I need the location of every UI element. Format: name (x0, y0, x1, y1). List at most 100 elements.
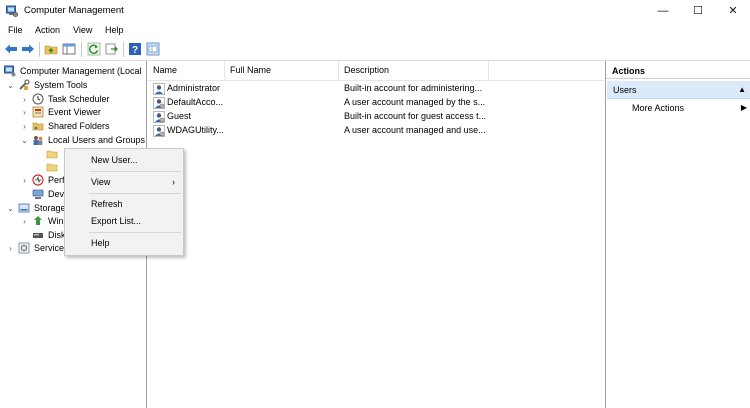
column-header-description[interactable]: Description (339, 61, 489, 80)
expand-icon[interactable]: › (20, 217, 29, 226)
services-icon (18, 242, 30, 254)
collapse-icon[interactable]: ⌄ (6, 81, 15, 90)
actions-section-label: Users (613, 85, 637, 95)
user-name: Guest (167, 111, 192, 121)
help-icon[interactable]: ? (128, 42, 142, 56)
menu-help[interactable]: Help (105, 25, 124, 35)
minimize-button[interactable]: — (646, 0, 680, 22)
submenu-arrow-icon[interactable]: ▶ (741, 103, 747, 112)
collapse-icon[interactable]: ⌄ (20, 136, 29, 145)
event-viewer-icon (32, 106, 44, 118)
user-name: WDAGUtility... (167, 125, 224, 135)
console-tree-icon[interactable] (146, 42, 160, 56)
user-row[interactable]: Guest Built-in account for guest access … (148, 110, 604, 124)
svg-text:?: ? (132, 45, 138, 56)
column-header-full-name[interactable]: Full Name (225, 61, 339, 80)
tree-label: Task Scheduler (48, 94, 110, 104)
menu-separator (89, 193, 181, 194)
actions-pane: Actions Users ▲ More Actions ▶ (605, 61, 750, 408)
show-tree-icon[interactable] (62, 42, 76, 56)
clock-icon (32, 93, 44, 105)
toolbar: ? (0, 39, 750, 61)
user-icon (153, 83, 165, 95)
tree-label: Storage (34, 203, 66, 213)
users-group-icon (33, 136, 43, 145)
tree-label: Computer Management (Local (20, 66, 142, 76)
menu-item-new-user[interactable]: New User... (65, 152, 183, 168)
menu-bar: File Action View Help (0, 22, 750, 39)
tools-icon (19, 79, 30, 90)
storage-icon (18, 203, 30, 213)
window-title: Computer Management (24, 5, 124, 16)
folder-icon (46, 150, 58, 159)
close-button[interactable]: ✕ (716, 0, 750, 22)
menu-action[interactable]: Action (35, 25, 60, 35)
menu-separator (89, 171, 181, 172)
menu-item-view[interactable]: View › (65, 174, 183, 190)
computer-management-icon (4, 65, 16, 77)
user-description: Built-in account for guest access t... (344, 111, 487, 121)
user-row[interactable]: Administrator Built-in account for admin… (148, 82, 604, 96)
forward-icon[interactable] (21, 42, 35, 56)
device-manager-icon (32, 189, 44, 199)
computer-management-icon (6, 5, 18, 17)
list-header: Name Full Name Description (148, 61, 604, 81)
user-disabled-icon (153, 125, 165, 137)
maximize-button[interactable]: ☐ (681, 0, 715, 22)
toolbar-separator (39, 42, 40, 57)
menu-item-label: Refresh (91, 199, 123, 209)
tree-label: Win (48, 216, 64, 226)
user-disabled-icon (153, 97, 165, 109)
user-row[interactable]: WDAGUtility... A user account managed an… (148, 124, 604, 138)
tree-label: Event Viewer (48, 107, 101, 117)
expand-icon[interactable]: › (20, 95, 29, 104)
user-description: Built-in account for administering... (344, 83, 483, 93)
back-icon[interactable] (4, 42, 18, 56)
menu-item-help[interactable]: Help (65, 235, 183, 251)
expand-icon[interactable]: › (20, 176, 29, 185)
backup-icon (34, 216, 42, 225)
user-disabled-icon (153, 111, 165, 123)
tree-label: Local Users and Groups (48, 135, 146, 145)
user-description: A user account managed by the s... (344, 97, 486, 107)
menu-item-label: New User... (91, 155, 138, 165)
performance-icon (32, 174, 44, 186)
folder-icon (46, 163, 58, 172)
menu-item-export-list[interactable]: Export List... (65, 213, 183, 229)
export-icon[interactable] (105, 42, 119, 56)
tree-label: Service (34, 243, 65, 253)
actions-section-users[interactable]: Users ▲ (607, 81, 750, 99)
user-name: Administrator (167, 83, 221, 93)
menu-separator (89, 232, 181, 233)
menu-item-label: Export List... (91, 216, 142, 226)
more-actions-item[interactable]: More Actions (632, 103, 684, 113)
column-header-name[interactable]: Name (148, 61, 225, 80)
up-folder-icon[interactable] (44, 42, 58, 56)
refresh-icon[interactable] (87, 42, 101, 56)
user-description: A user account managed and use... (344, 125, 486, 135)
expand-icon[interactable]: › (20, 122, 29, 131)
menu-item-label: Help (91, 238, 110, 248)
menu-view[interactable]: View (73, 25, 92, 35)
user-row[interactable]: DefaultAcco... A user account managed by… (148, 96, 604, 110)
context-menu: New User... View › Refresh Export List..… (64, 148, 184, 256)
expand-icon[interactable]: › (6, 244, 15, 253)
disk-icon (33, 233, 43, 238)
submenu-arrow-icon: › (172, 177, 175, 187)
tree-label: Shared Folders (48, 121, 110, 131)
tree-label: Perf (48, 175, 65, 185)
shared-folder-icon (32, 122, 44, 131)
collapse-arrow-icon[interactable]: ▲ (738, 81, 746, 99)
actions-title: Actions (606, 63, 750, 79)
title-bar: Computer Management — ☐ ✕ (0, 0, 750, 22)
tree-label: Dev (48, 189, 65, 199)
menu-file[interactable]: File (8, 25, 23, 35)
menu-item-refresh[interactable]: Refresh (65, 196, 183, 212)
tree-label: Disk (48, 230, 66, 240)
menu-item-label: View (91, 177, 111, 187)
toolbar-separator (81, 42, 82, 57)
toolbar-separator (123, 42, 124, 57)
users-list: Name Full Name Description Administrator… (148, 61, 604, 408)
expand-icon[interactable]: › (20, 108, 29, 117)
collapse-icon[interactable]: ⌄ (6, 204, 15, 213)
